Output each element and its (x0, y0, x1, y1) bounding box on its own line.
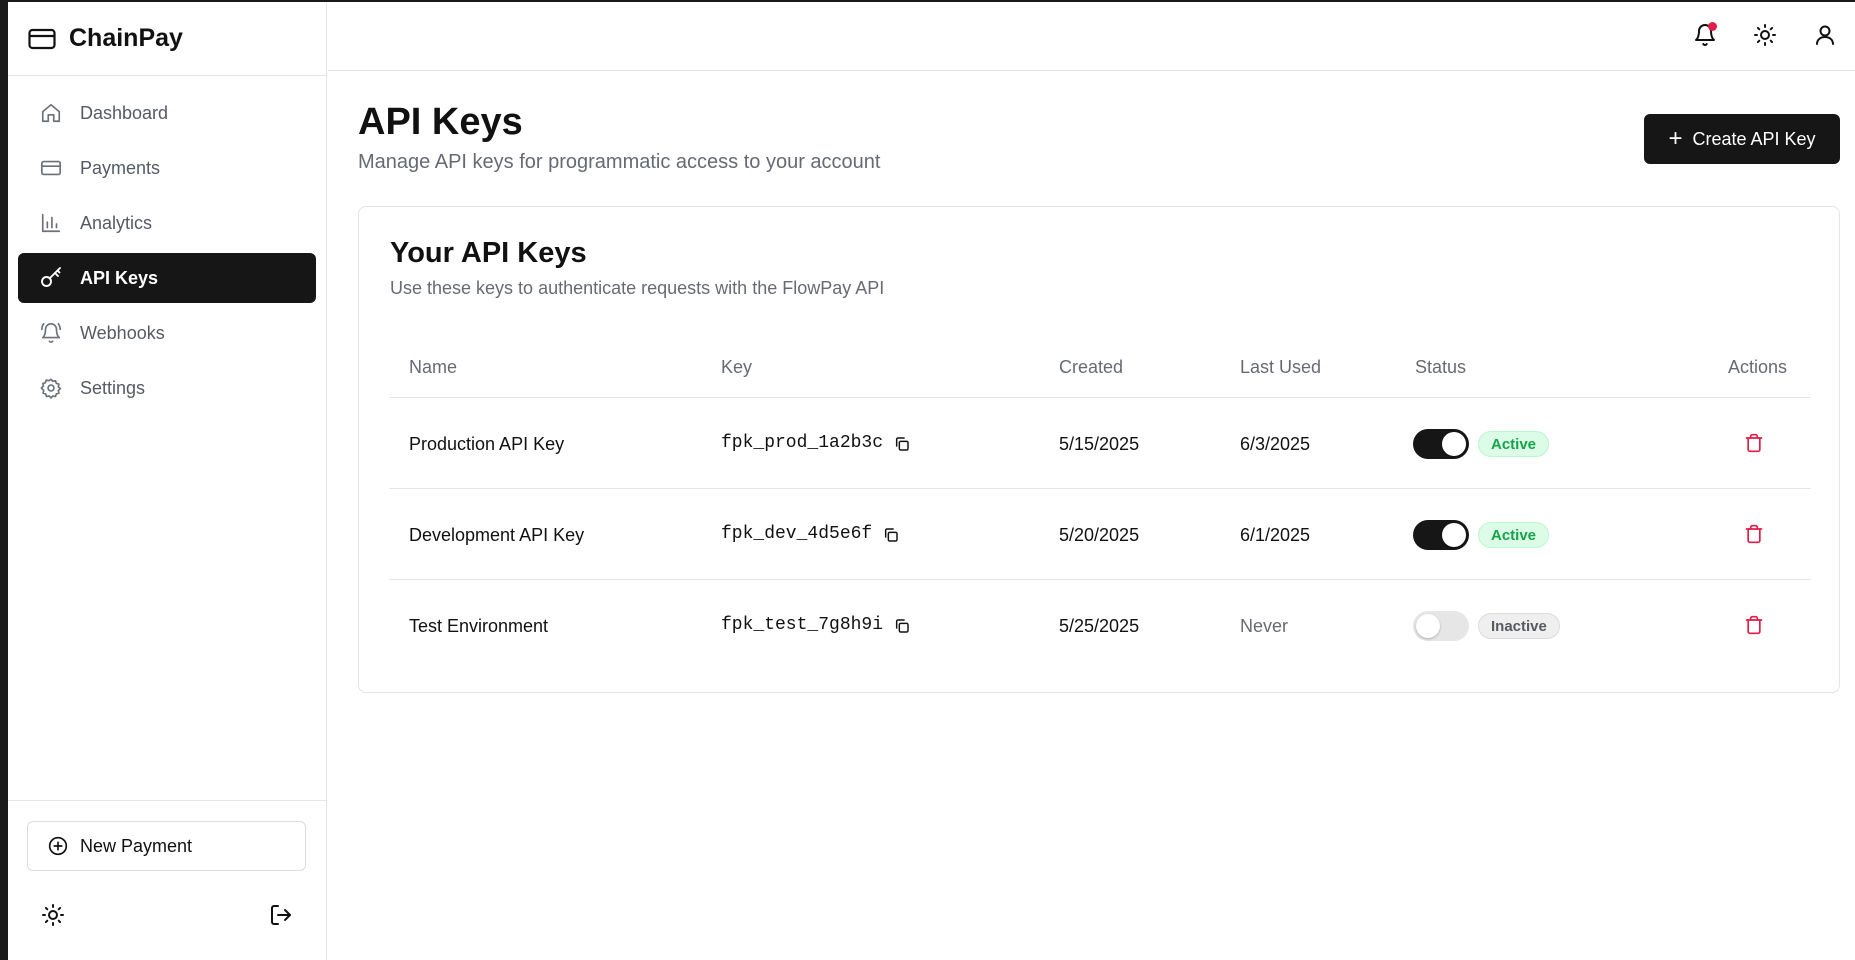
sidebar-item-settings[interactable]: Settings (18, 363, 316, 413)
last-used-date: Never (1240, 616, 1289, 636)
user-menu-button[interactable] (1810, 20, 1840, 50)
sidebar-item-api-keys[interactable]: API Keys (18, 253, 316, 303)
table-row: Development API Key fpk_dev_4d5e6f 5/20/… (389, 489, 1811, 580)
plus-icon: + (1668, 125, 1683, 152)
trash-icon (1744, 524, 1764, 544)
page-subtitle: Manage API keys for programmatic access … (358, 151, 881, 173)
sidebar-item-label: API Keys (80, 267, 159, 288)
gear-icon (38, 375, 64, 401)
sun-icon (41, 903, 65, 927)
last-used-date: 6/3/2025 (1240, 434, 1311, 454)
created-date: 5/15/2025 (1059, 434, 1140, 454)
key-name: Production API Key (409, 434, 565, 454)
credit-card-icon (28, 27, 58, 51)
top-bar (328, 2, 1855, 71)
new-payment-button[interactable]: New Payment (27, 821, 306, 871)
theme-toggle-button[interactable] (37, 899, 69, 931)
logout-button[interactable] (265, 899, 297, 931)
sidebar-item-label: Webhooks (80, 322, 165, 343)
card-title: Your API Keys (390, 237, 587, 269)
copy-icon (894, 436, 910, 452)
delete-key-button[interactable] (1741, 521, 1767, 547)
copy-icon (894, 618, 910, 634)
notifications-button[interactable] (1690, 20, 1720, 50)
copy-key-button[interactable] (891, 433, 913, 455)
table-header: Name Key Created Last Used Status Action… (389, 342, 1811, 398)
column-header-name: Name (409, 357, 458, 377)
sidebar-item-payments[interactable]: Payments (18, 143, 316, 193)
app-name: ChainPay (69, 24, 183, 52)
sidebar-item-analytics[interactable]: Analytics (18, 198, 316, 248)
notification-dot (1708, 22, 1717, 31)
status-badge: Inactive (1478, 613, 1560, 639)
sidebar-item-dashboard[interactable]: Dashboard (18, 88, 316, 138)
logout-icon (269, 903, 293, 927)
sidebar: ChainPay Dashboard Payments Analytics AP… (8, 2, 327, 960)
toggle-knob (1442, 523, 1466, 547)
api-keys-table: Name Key Created Last Used Status Action… (389, 342, 1811, 671)
status-badge: Active (1478, 522, 1550, 548)
column-header-actions: Actions (1728, 357, 1788, 377)
status-toggle[interactable] (1413, 611, 1469, 641)
credit-card-icon (38, 155, 64, 181)
key-name: Development API Key (409, 525, 585, 545)
column-header-created: Created (1059, 357, 1124, 377)
key-value: fpk_prod_1a2b3c (721, 433, 884, 453)
create-api-key-label: Create API Key (1692, 128, 1816, 149)
status-toggle[interactable] (1413, 520, 1469, 550)
copy-icon (883, 527, 899, 543)
trash-icon (1744, 433, 1764, 453)
home-icon (38, 100, 64, 126)
sidebar-footer: New Payment (8, 800, 326, 960)
bell-ring-icon (38, 320, 64, 346)
sidebar-nav: Dashboard Payments Analytics API Keys We… (8, 76, 326, 413)
delete-key-button[interactable] (1741, 612, 1767, 638)
status-toggle[interactable] (1413, 429, 1469, 459)
copy-key-button[interactable] (891, 615, 913, 637)
key-value: fpk_dev_4d5e6f (721, 524, 873, 544)
new-payment-label: New Payment (80, 835, 193, 856)
trash-icon (1744, 615, 1764, 635)
sidebar-item-label: Settings (80, 377, 146, 398)
table-row: Production API Key fpk_prod_1a2b3c 5/15/… (389, 398, 1811, 489)
key-value: fpk_test_7g8h9i (721, 615, 884, 635)
delete-key-button[interactable] (1741, 430, 1767, 456)
sidebar-item-label: Payments (80, 157, 161, 178)
key-name: Test Environment (409, 616, 549, 636)
toggle-knob (1416, 614, 1440, 638)
bar-chart-icon (38, 210, 64, 236)
sun-icon (1753, 23, 1777, 47)
toggle-knob (1442, 432, 1466, 456)
column-header-status: Status (1415, 357, 1467, 377)
page-title: API Keys (358, 101, 523, 143)
table-row: Test Environment fpk_test_7g8h9i 5/25/20… (389, 580, 1811, 671)
column-header-last-used: Last Used (1240, 357, 1322, 377)
window-frame-left (0, 0, 8, 960)
create-api-key-button[interactable]: + Create API Key (1644, 114, 1840, 164)
status-badge: Active (1478, 431, 1550, 457)
card-subtitle: Use these keys to authenticate requests … (390, 278, 885, 298)
sidebar-item-label: Analytics (80, 212, 153, 233)
last-used-date: 6/1/2025 (1240, 525, 1311, 545)
copy-key-button[interactable] (880, 524, 902, 546)
plus-circle-icon (48, 836, 68, 856)
key-icon (38, 265, 64, 291)
api-keys-card: Your API Keys Use these keys to authenti… (358, 206, 1840, 693)
brand[interactable]: ChainPay (8, 2, 326, 76)
created-date: 5/20/2025 (1059, 525, 1140, 545)
sidebar-item-webhooks[interactable]: Webhooks (18, 308, 316, 358)
user-icon (1813, 23, 1837, 47)
created-date: 5/25/2025 (1059, 616, 1140, 636)
sidebar-item-label: Dashboard (80, 102, 169, 123)
theme-toggle-button[interactable] (1750, 20, 1780, 50)
column-header-key: Key (721, 357, 753, 377)
